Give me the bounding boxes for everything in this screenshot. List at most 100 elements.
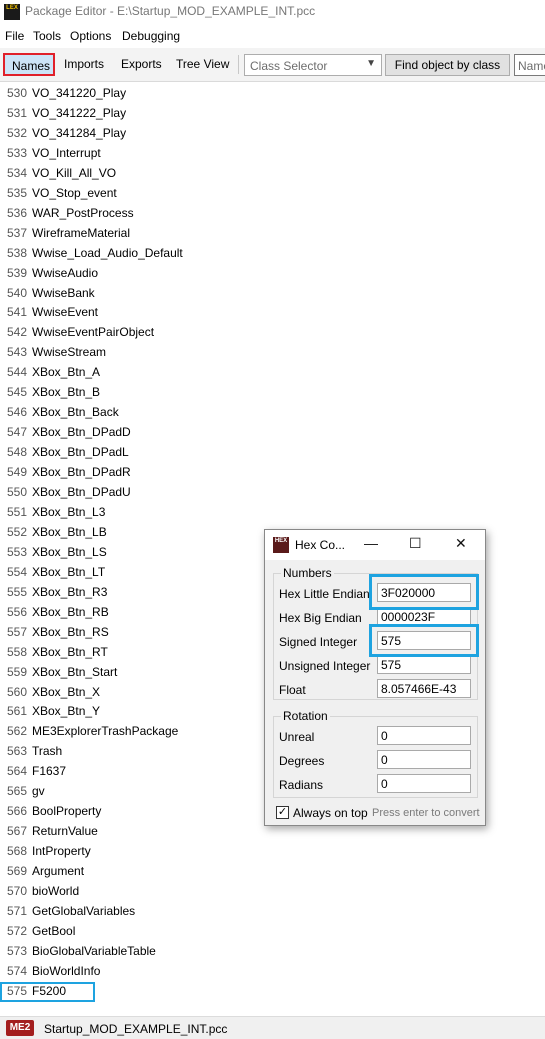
unreal-label: Unreal xyxy=(279,730,315,744)
selected-row-highlight xyxy=(0,982,95,1002)
float-value: 8.057466E-43 xyxy=(381,682,457,696)
list-item-index: 554 xyxy=(7,564,28,579)
status-file-name: Startup_MOD_EXAMPLE_INT.pcc xyxy=(44,1022,228,1036)
radians-label: Radians xyxy=(279,778,324,792)
app-icon: LEX xyxy=(4,4,20,20)
list-item[interactable]: 569 Argument xyxy=(0,860,545,880)
toolbar: Names Imports Exports Tree View Class Se… xyxy=(0,48,545,82)
tab-imports[interactable]: Imports xyxy=(64,57,104,71)
list-item-name: WwiseStream xyxy=(32,345,107,360)
list-item-index: 543 xyxy=(7,345,28,360)
list-item[interactable]: 530 VO_341220_Play xyxy=(0,82,545,102)
list-item[interactable]: 531 VO_341222_Play xyxy=(0,102,545,122)
tab-tree-view[interactable]: Tree View xyxy=(176,57,229,71)
game-badge: ME2 xyxy=(6,1020,34,1036)
list-item[interactable]: 533 VO_Interrupt xyxy=(0,142,545,162)
list-item-index: 555 xyxy=(7,584,28,599)
list-item-name: XBox_Btn_LT xyxy=(32,564,106,579)
float-label: Float xyxy=(279,683,306,697)
degrees-field[interactable]: 0 xyxy=(377,750,471,769)
list-item[interactable]: 534 VO_Kill_All_VO xyxy=(0,162,545,182)
unsigned-integer-value: 575 xyxy=(381,658,402,672)
list-item[interactable]: 550 XBox_Btn_DPadU xyxy=(0,481,545,501)
list-item-index: 564 xyxy=(7,764,28,779)
list-item-index: 567 xyxy=(7,824,28,839)
name-search-input[interactable]: Name xyxy=(514,54,545,76)
radians-value: 0 xyxy=(381,777,388,791)
list-item-index: 540 xyxy=(7,285,28,300)
list-item-index: 566 xyxy=(7,804,28,819)
hex-little-endian-label: Hex Little Endian xyxy=(279,587,370,601)
list-item-index: 544 xyxy=(7,365,28,380)
list-item-name: F1637 xyxy=(32,764,67,779)
list-item[interactable]: 540 WwiseBank xyxy=(0,282,545,302)
tab-names[interactable]: Names xyxy=(3,53,55,76)
list-item[interactable]: 572 GetBool xyxy=(0,920,545,940)
list-item[interactable]: 532 VO_341284_Play xyxy=(0,122,545,142)
menu-debugging[interactable]: Debugging xyxy=(122,29,180,43)
list-item[interactable]: 536 WAR_PostProcess xyxy=(0,202,545,222)
unreal-field[interactable]: 0 xyxy=(377,726,471,745)
list-item-index: 539 xyxy=(7,265,28,280)
list-item-index: 538 xyxy=(7,245,28,260)
menu-tools[interactable]: Tools xyxy=(33,29,61,43)
list-item[interactable]: 545 XBox_Btn_B xyxy=(0,381,545,401)
list-item[interactable]: 548 XBox_Btn_DPadL xyxy=(0,441,545,461)
list-item-index: 533 xyxy=(7,145,28,160)
minimize-icon[interactable]: — xyxy=(364,535,378,551)
menu-options[interactable]: Options xyxy=(70,29,111,43)
always-on-top-label: Always on top xyxy=(293,806,368,820)
hex-big-endian-value: 0000023F xyxy=(381,610,436,624)
convert-hint: Press enter to convert xyxy=(372,807,480,819)
list-item[interactable]: 574 BioWorldInfo xyxy=(0,960,545,980)
maximize-icon[interactable]: ☐ xyxy=(409,535,422,552)
list-item[interactable]: 543 WwiseStream xyxy=(0,341,545,361)
degrees-value: 0 xyxy=(381,753,388,767)
list-item[interactable]: 542 WwiseEventPairObject xyxy=(0,321,545,341)
list-item[interactable]: 568 IntProperty xyxy=(0,840,545,860)
list-item-index: 532 xyxy=(7,125,28,140)
list-item-name: XBox_Btn_LS xyxy=(32,544,107,559)
list-item-name: WwiseEventPairObject xyxy=(32,325,155,340)
list-item-index: 549 xyxy=(7,465,28,480)
float-field[interactable]: 8.057466E-43 xyxy=(377,679,471,698)
list-item[interactable]: 544 XBox_Btn_A xyxy=(0,361,545,381)
tab-exports[interactable]: Exports xyxy=(121,57,162,71)
signed-integer-label: Signed Integer xyxy=(279,635,358,649)
list-item[interactable]: 539 WwiseAudio xyxy=(0,262,545,282)
list-item[interactable]: 538 Wwise_Load_Audio_Default xyxy=(0,242,545,262)
checkmark-icon: ✓ xyxy=(277,806,288,818)
list-item[interactable]: 541 WwiseEvent xyxy=(0,301,545,321)
status-bar: ME2 Startup_MOD_EXAMPLE_INT.pcc xyxy=(0,1016,545,1039)
list-item-index: 531 xyxy=(7,105,28,120)
radians-field[interactable]: 0 xyxy=(377,774,471,793)
menu-file[interactable]: File xyxy=(5,29,24,43)
list-item[interactable]: 551 XBox_Btn_L3 xyxy=(0,501,545,521)
list-item[interactable]: 571 GetGlobalVariables xyxy=(0,900,545,920)
class-selector-dropdown[interactable]: Class Selector ▼ xyxy=(244,54,382,76)
unsigned-integer-field[interactable]: 575 xyxy=(377,655,471,674)
list-item-index: 547 xyxy=(7,425,28,440)
dialog-title: Hex Co... xyxy=(295,538,346,552)
list-item[interactable]: 546 XBox_Btn_Back xyxy=(0,401,545,421)
list-item-index: 558 xyxy=(7,644,28,659)
list-item[interactable]: 573 BioGlobalVariableTable xyxy=(0,940,545,960)
close-icon[interactable]: ✕ xyxy=(455,535,467,552)
list-item-index: 559 xyxy=(7,664,28,679)
list-item[interactable]: 570 bioWorld xyxy=(0,880,545,900)
list-item-name: VO_Interrupt xyxy=(32,145,101,160)
dialog-title-bar[interactable]: HEX Hex Co... — ☐ ✕ xyxy=(265,530,485,560)
list-item[interactable]: 537 WireframeMaterial xyxy=(0,222,545,242)
unreal-value: 0 xyxy=(381,729,388,743)
list-item[interactable]: 549 XBox_Btn_DPadR xyxy=(0,461,545,481)
find-object-by-class-button[interactable]: Find object by class xyxy=(385,54,510,76)
menu-bar: File Tools Options Debugging xyxy=(0,25,545,47)
list-item-name: XBox_Btn_DPadL xyxy=(32,445,129,460)
list-item[interactable]: 535 VO_Stop_event xyxy=(0,182,545,202)
list-item-index: 565 xyxy=(7,784,28,799)
always-on-top-checkbox[interactable]: ✓ xyxy=(276,806,289,819)
list-item-index: 534 xyxy=(7,165,28,180)
list-item-name: bioWorld xyxy=(32,884,80,898)
list-item[interactable]: 547 XBox_Btn_DPadD xyxy=(0,421,545,441)
hex-converter-dialog: HEX Hex Co... — ☐ ✕ Numbers Hex Little E… xyxy=(264,529,486,826)
